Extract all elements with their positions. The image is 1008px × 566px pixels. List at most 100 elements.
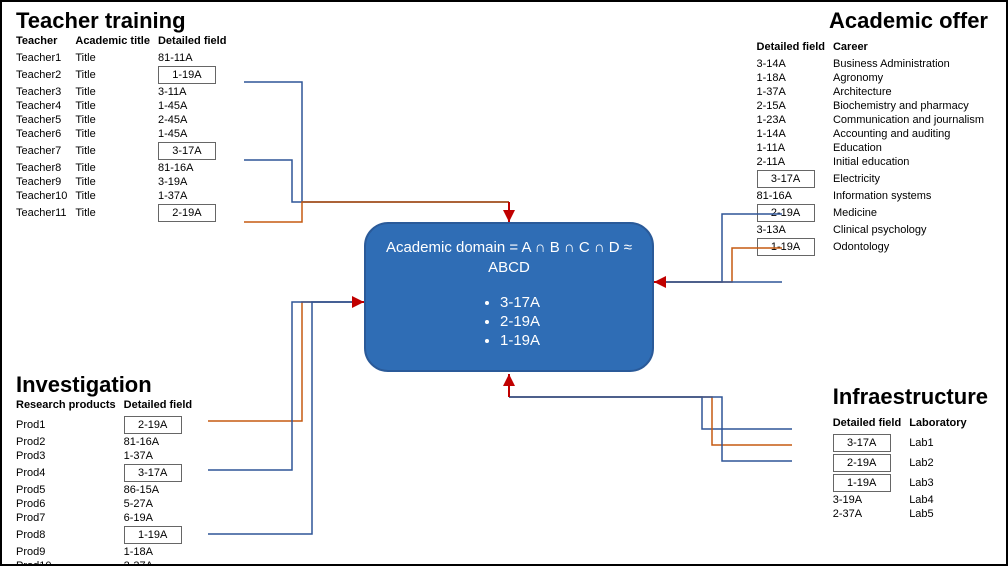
table-cell: Biochemistry and pharmacy [833, 99, 992, 113]
table-row: Prod43-17A [16, 463, 200, 483]
table-row: Teacher4Title1-45A [16, 99, 234, 113]
table-cell: Lab4 [909, 493, 974, 507]
academic-domain-box: Academic domain = A ∩ B ∩ C ∩ D ≈ ABCD 3… [364, 222, 654, 372]
table-cell: 1-23A [757, 113, 833, 127]
table-cell: Business Administration [833, 57, 992, 71]
table-cell: Teacher8 [16, 161, 75, 175]
center-line1: Academic domain = A ∩ B ∩ C ∩ D ≈ [384, 238, 634, 258]
table-cell: Prod4 [16, 463, 124, 483]
table-row: 1-18AAgronomy [757, 71, 992, 85]
diagram-stage: Teacher training Teacher Academic title … [0, 0, 1008, 566]
table-cell: 3-17A [757, 169, 833, 189]
table-cell: Clinical psychology [833, 223, 992, 237]
highlighted-field: 2-19A [833, 454, 891, 472]
table-cell: 1-18A [757, 71, 833, 85]
table-cell: 3-17A [833, 433, 909, 453]
table-cell: 2-15A [757, 99, 833, 113]
infrastructure-block: Infraestructure Detailed field Laborator… [833, 384, 992, 521]
table-row: Prod102-37A [16, 559, 200, 566]
highlighted-field: 2-19A [124, 416, 182, 434]
table-cell: 2-37A [124, 559, 200, 566]
table-cell: 3-11A [158, 85, 234, 99]
highlighted-field: 3-17A [124, 464, 182, 482]
col-academic-title: Academic title [75, 34, 158, 51]
table-cell: Odontology [833, 237, 992, 257]
table-cell: Teacher2 [16, 65, 75, 85]
table-cell: Prod3 [16, 449, 124, 463]
table-cell: 2-37A [833, 507, 909, 521]
table-cell: Teacher5 [16, 113, 75, 127]
table-row: 2-11AInitial education [757, 155, 992, 169]
table-cell: 2-19A [158, 203, 234, 223]
table-cell: Education [833, 141, 992, 155]
table-row: Prod81-19A [16, 525, 200, 545]
table-cell: 1-19A [833, 473, 909, 493]
table-cell: 6-19A [124, 511, 200, 525]
table-cell: Prod6 [16, 497, 124, 511]
table-cell: 2-11A [757, 155, 833, 169]
table-row: 3-19ALab4 [833, 493, 975, 507]
table-cell: Agronomy [833, 71, 992, 85]
col-laboratory: Laboratory [909, 416, 974, 433]
section-title-infrastructure: Infraestructure [833, 384, 992, 410]
table-cell: Lab2 [909, 453, 974, 473]
table-row: 2-19AMedicine [757, 203, 992, 223]
table-row: Teacher1Title81-11A [16, 51, 234, 65]
table-cell: 1-19A [158, 65, 234, 85]
table-cell: Prod5 [16, 483, 124, 497]
table-row: 1-37AArchitecture [757, 85, 992, 99]
table-row: Teacher5Title2-45A [16, 113, 234, 127]
table-cell: 1-37A [158, 189, 234, 203]
table-cell: 1-45A [158, 99, 234, 113]
table-cell: Title [75, 161, 158, 175]
col-teacher: Teacher [16, 34, 75, 51]
table-row: 2-37ALab5 [833, 507, 975, 521]
highlighted-field: 1-19A [757, 238, 815, 256]
table-cell: Teacher6 [16, 127, 75, 141]
table-row: 3-13AClinical psychology [757, 223, 992, 237]
table-cell: 1-37A [757, 85, 833, 99]
table-cell: Teacher9 [16, 175, 75, 189]
table-row: 3-14ABusiness Administration [757, 57, 992, 71]
table-cell: Information systems [833, 189, 992, 203]
table-row: Teacher11Title2-19A [16, 203, 234, 223]
table-cell: Accounting and auditing [833, 127, 992, 141]
table-row: Prod65-27A [16, 497, 200, 511]
table-cell: Lab1 [909, 433, 974, 453]
table-cell: 1-19A [124, 525, 200, 545]
section-title-teacher-training: Teacher training [16, 8, 234, 34]
table-cell: Medicine [833, 203, 992, 223]
table-cell: 81-11A [158, 51, 234, 65]
table-cell: 2-19A [757, 203, 833, 223]
academic-offer-table: Detailed field Career 3-14ABusiness Admi… [757, 40, 992, 257]
table-row: 2-15ABiochemistry and pharmacy [757, 99, 992, 113]
table-cell: 2-19A [833, 453, 909, 473]
col-detailed-field: Detailed field [124, 398, 200, 415]
table-row: Prod31-37A [16, 449, 200, 463]
table-cell: Prod7 [16, 511, 124, 525]
table-cell: 86-15A [124, 483, 200, 497]
table-row: 81-16AInformation systems [757, 189, 992, 203]
col-detailed-field: Detailed field [757, 40, 833, 57]
table-cell: Prod2 [16, 435, 124, 449]
highlighted-field: 1-19A [158, 66, 216, 84]
table-cell: Title [75, 113, 158, 127]
section-title-investigation: Investigation [16, 372, 200, 398]
highlighted-field: 3-17A [833, 434, 891, 452]
table-cell: Prod8 [16, 525, 124, 545]
highlighted-field: 2-19A [158, 204, 216, 222]
col-detailed-field: Detailed field [158, 34, 234, 51]
table-cell: Teacher10 [16, 189, 75, 203]
table-row: 3-17AElectricity [757, 169, 992, 189]
table-cell: Electricity [833, 169, 992, 189]
table-row: Teacher3Title3-11A [16, 85, 234, 99]
academic-offer-block: Academic offer Detailed field Career 3-1… [757, 8, 992, 257]
table-cell: Prod10 [16, 559, 124, 566]
table-row: 3-17A Lab1 [833, 433, 975, 453]
center-list-item: 2-19A [500, 313, 540, 330]
table-cell: Teacher11 [16, 203, 75, 223]
investigation-block: Investigation Research products Detailed… [16, 372, 200, 566]
table-cell: Title [75, 65, 158, 85]
table-cell: Teacher1 [16, 51, 75, 65]
table-row: Teacher8Title81-16A [16, 161, 234, 175]
